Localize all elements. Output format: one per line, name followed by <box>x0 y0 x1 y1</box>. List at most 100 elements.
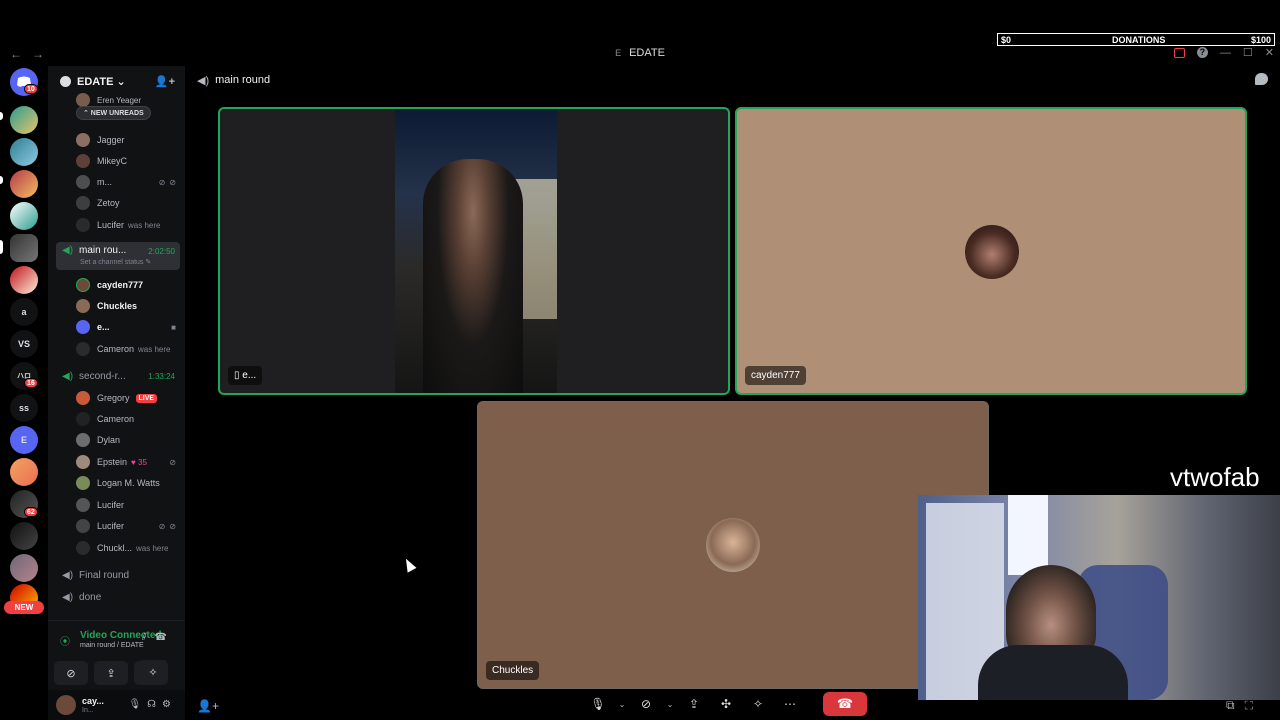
voice-channel-final-round[interactable]: ◀) Final round <box>56 565 180 585</box>
voice-channel-done[interactable]: ◀) done <box>56 587 180 607</box>
voice-user[interactable]: Dylan <box>76 430 180 450</box>
invite-icon[interactable]: 👤+ <box>155 75 175 88</box>
disconnect-button[interactable]: ☎ <box>823 692 867 716</box>
user-panel: cay... In... 🎙☊⚙ <box>48 690 185 720</box>
server-icon-ss[interactable]: ss <box>10 394 38 422</box>
noise-suppression-icon[interactable]: ⫽ <box>142 632 154 643</box>
avatar <box>76 196 90 210</box>
streamer-name-overlay: vtwofab <box>1170 462 1260 492</box>
mic-icon[interactable]: 🎙 <box>128 699 147 710</box>
avatar <box>965 225 1019 279</box>
chat-icon[interactable] <box>1255 73 1268 85</box>
stage-channel-name: main round <box>215 74 271 86</box>
close-icon[interactable]: ✕ <box>1265 46 1274 59</box>
voice-user-left[interactable]: Lucifer was here <box>76 215 180 235</box>
avatar <box>76 476 90 490</box>
voice-user[interactable]: Logan M. Watts <box>76 473 180 493</box>
new-unreads-pill[interactable]: ⌃ NEW UNREADS <box>76 106 151 120</box>
inbox-icon[interactable] <box>1173 47 1185 58</box>
chevron-down-icon[interactable]: ⌄ <box>617 692 627 716</box>
disconnect-icon[interactable]: ☎ <box>155 632 175 643</box>
voice-user[interactable]: MikeyC <box>76 151 180 171</box>
speaker-icon: ◀) <box>62 370 74 382</box>
voice-user[interactable]: Epstein ♥ 35 ⊘ <box>76 452 180 472</box>
voice-user[interactable]: e... ■ <box>76 317 180 337</box>
donation-bar: $0 DONATIONS $100 <box>997 33 1275 46</box>
server-icon[interactable] <box>10 138 38 166</box>
server-icon[interactable] <box>10 170 38 198</box>
popout-fullscreen-icons: ⧉⛶ <box>1226 698 1263 713</box>
popout-icon[interactable]: ⧉ <box>1226 698 1245 712</box>
avatar <box>76 541 90 555</box>
new-badge: NEW <box>4 601 44 614</box>
server-icon-vs[interactable]: VS <box>10 330 38 358</box>
avatar <box>706 518 760 572</box>
voice-user[interactable]: Lucifer ⊘⊘ <box>76 516 180 536</box>
channel-status[interactable]: Set a channel status ✎ <box>80 258 151 266</box>
mute-icon: ⊘ <box>169 457 180 467</box>
selected-pill <box>0 240 3 254</box>
call-controls: 🎙 ⌄ ⊘ ⌄ ⇪ ✣ ✧ ⋯ ☎ <box>585 690 867 718</box>
live-badge: LIVE <box>135 393 158 403</box>
more-options-button[interactable]: ⋯ <box>777 692 803 716</box>
tile-nametag: ▯ e... <box>228 366 263 385</box>
add-people-icon[interactable]: 👤+ <box>197 699 219 713</box>
server-icon[interactable] <box>10 202 38 230</box>
soundboard-button[interactable]: ✧ <box>138 660 168 684</box>
signal-icon[interactable]: ⦿ <box>60 633 70 648</box>
voice-channel-second-round[interactable]: ◀) second-r... 1:33:24 <box>56 366 180 386</box>
donation-min: $0 <box>1001 35 1012 45</box>
window-controls: ? — ☐ ✕ <box>1173 46 1274 59</box>
activities-button[interactable]: ✣ <box>713 692 739 716</box>
microphone-button[interactable]: 🎙 <box>585 692 611 716</box>
server-icon[interactable] <box>10 522 38 550</box>
donation-max: $100 <box>1250 35 1271 45</box>
server-icon-edate[interactable] <box>10 234 38 262</box>
stage-header: ◀) main round <box>185 66 1280 94</box>
speaker-icon: ◀) <box>62 569 74 581</box>
avatar <box>76 391 90 405</box>
server-icon[interactable] <box>10 106 38 134</box>
camera-off-button[interactable]: ⊘ <box>633 692 659 716</box>
voice-user[interactable]: Gregory LIVE <box>76 388 180 408</box>
home-badge: 10 <box>24 84 38 94</box>
avatar <box>76 175 90 189</box>
voice-user[interactable]: m... ⊘⊘ <box>76 172 180 192</box>
camera-off-button[interactable]: ⊘ <box>54 661 88 685</box>
video-tile-cayden777[interactable]: cayden777 <box>735 107 1247 395</box>
server-icon-a[interactable]: a <box>10 298 38 326</box>
soundboard-button[interactable]: ✧ <box>745 692 771 716</box>
video-tile-e[interactable]: ▯ e... <box>218 107 730 395</box>
tile-nametag: cayden777 <box>745 366 806 385</box>
video-tile-chuckles[interactable]: Chuckles <box>477 401 989 689</box>
voice-user[interactable]: Jagger <box>76 130 180 150</box>
screen-share-button[interactable]: ⇪ <box>681 692 707 716</box>
avatar <box>76 133 90 147</box>
server-shield-icon <box>60 75 71 87</box>
server-icon[interactable] <box>10 266 38 294</box>
server-icon[interactable] <box>10 554 38 582</box>
headset-icon[interactable]: ☊ <box>147 699 162 710</box>
voice-channel-main-round[interactable]: ◀) main rou... 2:02:50 Set a channel sta… <box>56 242 180 270</box>
voice-user[interactable]: cayden777 <box>76 275 180 295</box>
avatar[interactable] <box>56 695 76 715</box>
server-icon-e[interactable]: E <box>10 426 38 454</box>
gear-icon[interactable]: ⚙ <box>162 699 177 710</box>
fullscreen-icon[interactable]: ⛶ <box>1245 698 1263 712</box>
voice-user[interactable]: Zetoy <box>76 193 180 213</box>
speaker-icon: ◀) <box>197 74 210 87</box>
voice-user[interactable]: Chuckles <box>76 296 180 316</box>
video-icon: ■ <box>171 322 180 332</box>
voice-user-left[interactable]: Chuckl... was here <box>76 538 180 558</box>
help-icon[interactable]: ? <box>1196 47 1208 58</box>
screen-share-button[interactable]: ⇪ <box>94 661 128 685</box>
voice-user-left[interactable]: Cameron was here <box>76 339 180 359</box>
server-glyph: E <box>615 48 622 58</box>
minimize-icon[interactable]: — <box>1220 47 1231 59</box>
voice-user[interactable]: Lucifer <box>76 495 180 515</box>
chevron-down-icon[interactable]: ⌄ <box>665 692 675 716</box>
server-icon[interactable] <box>10 458 38 486</box>
user-name[interactable]: cay... <box>82 696 104 706</box>
voice-user[interactable]: Cameron <box>76 409 180 429</box>
maximize-icon[interactable]: ☐ <box>1243 46 1253 59</box>
